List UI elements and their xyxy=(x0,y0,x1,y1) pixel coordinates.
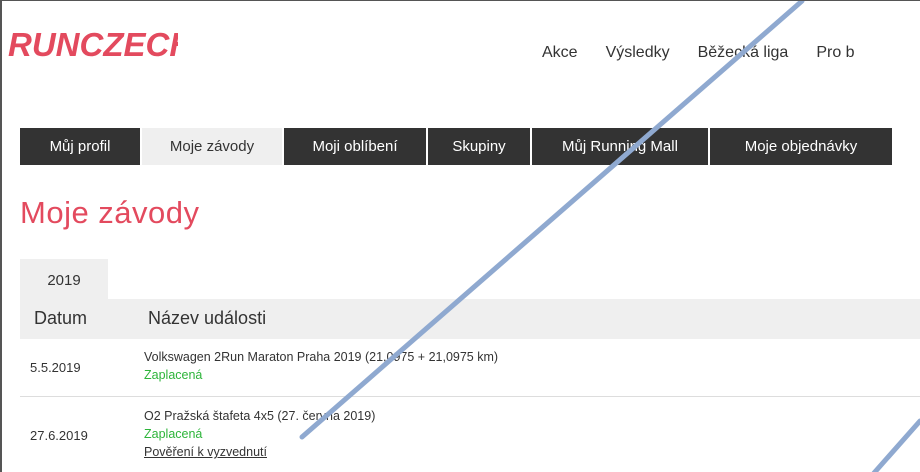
nav-bezecka-liga[interactable]: Běžecká liga xyxy=(698,44,789,62)
tab-muj-profil[interactable]: Můj profil xyxy=(20,128,140,165)
column-header-date: Datum xyxy=(34,308,88,328)
row-event-cell: Volkswagen 2Run Maraton Praha 2019 (21,0… xyxy=(144,348,498,384)
page-title: Moje závody xyxy=(20,195,200,230)
year-tab-2019[interactable]: 2019 xyxy=(20,259,108,299)
nav-pro-bezce[interactable]: Pro b xyxy=(816,44,854,62)
tab-moje-zavody[interactable]: Moje závody xyxy=(142,128,282,165)
top-navigation: Akce Výsledky Běžecká liga Pro b xyxy=(542,44,883,62)
nav-vysledky[interactable]: Výsledky xyxy=(606,44,670,62)
row-status-badge: Zaplacená xyxy=(144,427,203,441)
pickup-authorization-link[interactable]: Pověření k vyzvednutí xyxy=(144,445,267,459)
runczech-logo[interactable]: RUNCZECH xyxy=(8,25,178,65)
logo-text: RUNCZECH xyxy=(8,26,178,63)
tab-moji-oblibeni[interactable]: Moji oblíbení xyxy=(284,128,426,165)
tab-skupiny[interactable]: Skupiny xyxy=(428,128,530,165)
column-header-event-name: Název události xyxy=(148,308,267,328)
nav-akce[interactable]: Akce xyxy=(542,44,578,62)
profile-tabs: Můj profil Moje závody Moji oblíbení Sku… xyxy=(20,128,894,165)
table-row: 27.6.2019 O2 Pražská štafeta 4x5 (27. če… xyxy=(20,397,920,472)
tab-moje-objednavky[interactable]: Moje objednávky xyxy=(710,128,892,165)
tab-muj-running-mall[interactable]: Můj Running Mall xyxy=(532,128,708,165)
races-table-header: Datum Název události xyxy=(20,299,920,339)
row-date: 27.6.2019 xyxy=(30,428,88,443)
browser-viewport: RUNCZECH Akce Výsledky Běžecká liga Pro … xyxy=(0,0,920,472)
row-event-name: Volkswagen 2Run Maraton Praha 2019 (21,0… xyxy=(144,350,499,364)
row-date: 5.5.2019 xyxy=(30,360,81,375)
table-row: 5.5.2019 Volkswagen 2Run Maraton Praha 2… xyxy=(20,339,920,397)
row-status-badge: Zaplacená xyxy=(144,368,203,382)
row-event-cell: O2 Pražská štafeta 4x5 (27. června 2019)… xyxy=(144,407,375,461)
row-event-name: O2 Pražská štafeta 4x5 (27. června 2019) xyxy=(144,409,376,423)
